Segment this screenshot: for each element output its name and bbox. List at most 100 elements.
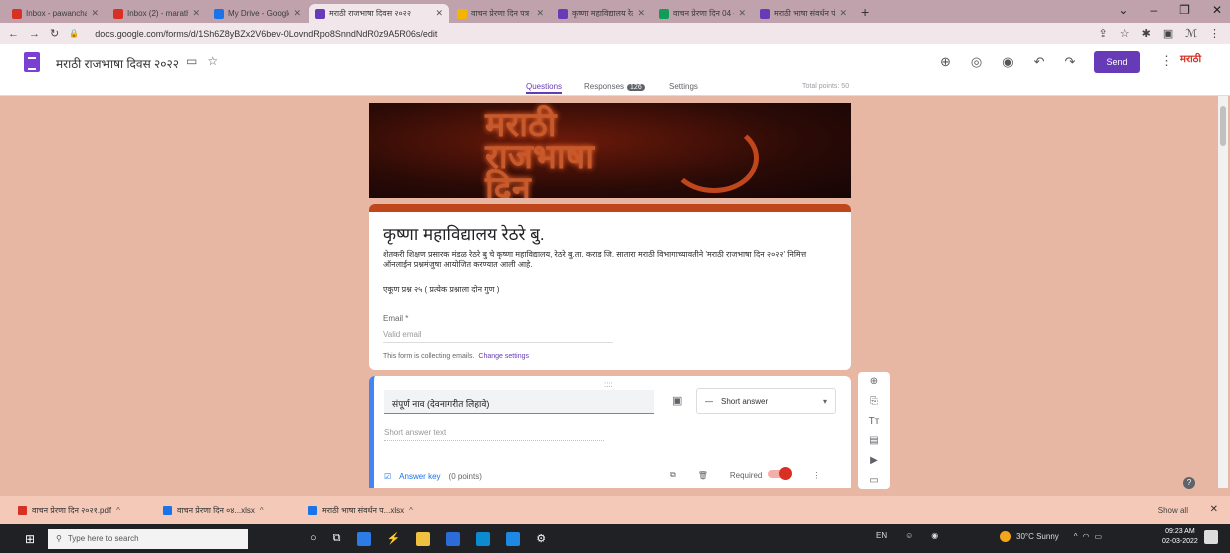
duplicate-icon[interactable]: ⧉ (670, 470, 676, 480)
url-field[interactable]: docs.google.com/forms/d/1Sh6Z8yBZx2V6bev… (95, 29, 437, 39)
battery-icon[interactable]: ▭ (1095, 532, 1103, 541)
show-all-downloads-link[interactable]: Show all (1158, 506, 1188, 515)
browser-tab[interactable]: कृष्णा महाविद्यालय रेठरे बु.✕ (552, 4, 651, 23)
task-view-icon[interactable]: ⧉ (333, 532, 341, 546)
taskbar-search-box[interactable]: ⚲ Type here to search (48, 528, 248, 549)
app-icon[interactable] (356, 531, 371, 546)
profile-icon[interactable]: ℳ (1185, 27, 1197, 40)
page-scrollbar[interactable] (1218, 96, 1228, 488)
toggle-switch[interactable] (768, 467, 793, 480)
file-explorer-icon[interactable] (416, 531, 431, 546)
add-image-icon[interactable]: ▣ (672, 394, 682, 407)
sidebar-icon[interactable]: ▣ (1163, 27, 1173, 40)
clock[interactable]: 09:23 AM 02-03-2022 (1162, 527, 1198, 547)
forward-icon[interactable]: → (29, 28, 40, 40)
more-options-icon[interactable]: ⋮ (1160, 53, 1173, 69)
answer-key-link[interactable]: Answer key (399, 472, 440, 481)
download-item[interactable]: वाचन प्रेरणा दिन ०४...xlsx ^ (163, 505, 308, 516)
browser-tab[interactable]: Inbox - pawanchadkar@gm...✕ (6, 4, 105, 23)
app-icon[interactable]: ⚡ (387, 532, 401, 546)
add-title-icon[interactable]: Tт (869, 416, 880, 430)
sheets-icon (659, 8, 669, 19)
add-video-icon[interactable]: ▶ (870, 455, 878, 469)
settings-gear-icon[interactable]: ⚙ (536, 532, 546, 546)
delete-icon[interactable]: 🗑 (698, 471, 708, 480)
tab-questions[interactable]: Questions (526, 82, 563, 94)
browser-tab[interactable]: Inbox (2) - marathi@krishn...✕ (107, 4, 206, 23)
google-forms-icon[interactable] (24, 52, 40, 72)
form-heading[interactable]: कृष्णा महाविद्यालय रेठरे बु. (383, 222, 545, 245)
addons-icon[interactable]: ⊕ (940, 54, 951, 70)
close-tab-icon[interactable]: ✕ (91, 8, 99, 19)
palette-icon[interactable]: ◎ (971, 54, 982, 70)
browser-tab-active[interactable]: मराठी राजभाषा दिवस २०२२ ✕ (309, 4, 449, 23)
weather-widget[interactable]: 30°C Sunny ^ ◠ ▭ (1000, 531, 1102, 542)
scrollbar-thumb[interactable] (1220, 106, 1226, 146)
move-to-folder-icon[interactable]: ▭ (186, 54, 197, 68)
chevron-up-icon[interactable]: ^ (409, 506, 413, 515)
mail-icon[interactable] (476, 531, 491, 546)
star-icon[interactable]: ☆ (207, 54, 218, 68)
chevron-up-icon[interactable]: ^ (116, 506, 120, 515)
account-avatar[interactable]: मराठी (1180, 51, 1201, 65)
close-downloads-icon[interactable]: ✕ (1210, 504, 1218, 515)
add-question-icon[interactable]: ⊕ (870, 376, 878, 390)
help-icon[interactable]: ? (1183, 477, 1195, 489)
close-tab-icon[interactable]: ✕ (637, 8, 645, 19)
close-tab-icon[interactable]: ✕ (536, 8, 544, 19)
add-section-icon[interactable]: ▭ (869, 475, 878, 489)
people-icon[interactable]: ☺ (905, 531, 913, 540)
new-tab-button[interactable]: + (861, 4, 869, 20)
tab-search-icon[interactable]: ⌄ (1118, 3, 1128, 17)
close-tab-icon[interactable]: ✕ (192, 8, 200, 19)
cortana-icon[interactable]: ○ (310, 532, 317, 546)
extensions-icon[interactable]: ✱ (1142, 27, 1151, 40)
chrome-tray-icon[interactable]: ◉ (931, 531, 938, 540)
minimize-icon[interactable]: – (1150, 3, 1157, 17)
tab-responses[interactable]: Responses 126 (584, 82, 645, 91)
form-header-card[interactable]: कृष्णा महाविद्यालय रेठरे बु. शेतकरी शिक्… (369, 204, 851, 370)
browser-tab[interactable]: My Drive - Google Drive✕ (208, 4, 307, 23)
import-questions-icon[interactable]: ⎘ (870, 396, 878, 410)
share-icon[interactable]: ⇪ (1099, 27, 1108, 40)
browser-tab[interactable]: मराठी भाषा संवर्धन पंधरवडा✕ (754, 4, 853, 23)
form-title[interactable]: मराठी राजभाषा दिवस २०२२ (56, 55, 179, 72)
close-tab-icon[interactable]: ✕ (293, 8, 301, 19)
wifi-icon[interactable]: ◠ (1083, 532, 1090, 541)
send-button[interactable]: Send (1094, 51, 1140, 73)
question-title-input[interactable]: संपूर्ण नाव (देवनागरीत लिहावे) (384, 390, 654, 414)
browser-tab[interactable]: वाचन प्रेरणा दिन 04 ऑक्टोबर✕ (653, 4, 752, 23)
reload-icon[interactable]: ↻ (50, 27, 59, 40)
answer-key-icon[interactable]: ☑ (384, 472, 391, 481)
language-indicator[interactable]: EN (876, 531, 887, 540)
form-description[interactable]: शेतकरी शिक्षण प्रसारक मंडळ रेठरे बु चे क… (383, 250, 823, 270)
word-icon[interactable] (446, 531, 461, 546)
question-type-dropdown[interactable]: — Short answer ▾ (696, 388, 836, 414)
close-tab-icon[interactable]: ✕ (839, 8, 847, 19)
required-toggle[interactable]: Required (730, 467, 793, 480)
store-icon[interactable] (506, 531, 521, 546)
more-vert-icon[interactable]: ⋮ (812, 471, 820, 480)
close-window-icon[interactable]: ✕ (1212, 3, 1222, 17)
tab-settings[interactable]: Settings (669, 82, 698, 91)
add-image-icon[interactable]: ▤ (869, 435, 878, 449)
drag-handle[interactable]: :::: (604, 380, 613, 389)
browser-menu-icon[interactable]: ⋮ (1209, 27, 1220, 40)
question-card[interactable]: :::: संपूर्ण नाव (देवनागरीत लिहावे) ▣ — … (369, 376, 851, 488)
maximize-icon[interactable]: ❐ (1179, 3, 1190, 17)
undo-icon[interactable]: ↶ (1034, 54, 1045, 70)
windows-start-icon[interactable]: ⊞ (18, 532, 42, 546)
chevron-up-icon[interactable]: ^ (260, 506, 264, 515)
close-tab-icon[interactable]: ✕ (738, 8, 746, 19)
download-item[interactable]: वाचन प्रेरणा दिन २०२१.pdf ^ (18, 505, 163, 516)
notification-icon[interactable] (1204, 530, 1218, 544)
redo-icon[interactable]: ↷ (1065, 54, 1076, 70)
bookmark-star-icon[interactable]: ☆ (1120, 27, 1130, 40)
change-settings-link[interactable]: Change settings (478, 353, 529, 360)
tray-chevron-icon[interactable]: ^ (1074, 532, 1078, 541)
close-tab-icon[interactable]: ✕ (435, 8, 443, 19)
download-item[interactable]: मराठी भाषा संवर्धन प...xlsx ^ (308, 505, 453, 516)
browser-tab[interactable]: वाचन प्रेरणा दिन पत्र - ms...✕ (451, 4, 550, 23)
back-icon[interactable]: ← (8, 28, 19, 40)
preview-eye-icon[interactable]: ◉ (1002, 54, 1013, 70)
